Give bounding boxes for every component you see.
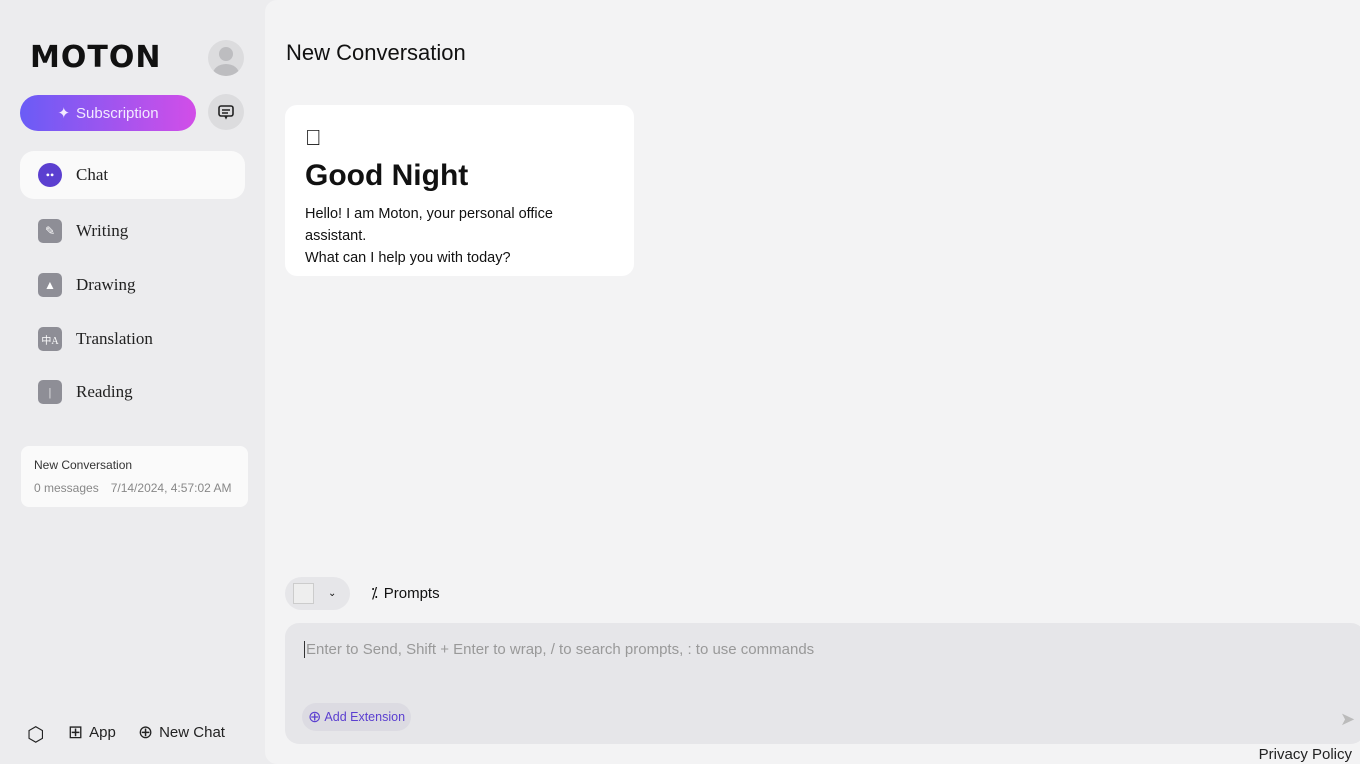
add-extension-label: Add Extension xyxy=(324,710,406,724)
greeting-card:  Good Night Hello! I am Moton, your per… xyxy=(285,105,634,276)
page-title: New Conversation xyxy=(286,40,466,65)
conversation-item[interactable]: New Conversation 0 messages 7/14/2024, 4:… xyxy=(21,446,248,507)
grid-icon: ⊞ xyxy=(68,722,84,742)
message-input[interactable]: Enter to Send, Shift + Enter to wrap, / … xyxy=(285,623,1360,744)
nav-item-chat[interactable]: •• Chat xyxy=(20,151,245,199)
avatar[interactable] xyxy=(208,40,244,76)
conversation-timestamp: 7/14/2024, 4:57:02 AM xyxy=(110,481,232,495)
sidebar: MOTON ✦ Subscription •• Chat ✎ Writing ▲ Dra… xyxy=(0,0,265,764)
input-placeholder: Enter to Send, Shift + Enter to wrap, / … xyxy=(304,641,815,658)
greeting-text: Hello! I am Moton, your personal office … xyxy=(305,180,553,244)
main-panel: New Conversation  Good Night Hello! I a… xyxy=(265,0,1360,764)
model-selector[interactable]: ⌄ xyxy=(285,577,350,610)
new-chat-button[interactable]: ⊕ New Chat xyxy=(138,722,225,743)
message-icon xyxy=(218,105,234,120)
settings-button[interactable]: ⬡ xyxy=(27,722,44,747)
messages-button[interactable] xyxy=(208,94,244,130)
model-icon xyxy=(293,583,314,604)
book-icon: | xyxy=(38,380,62,404)
settings-icon: ⬡ xyxy=(27,724,45,746)
nav-item-reading[interactable]: | Reading xyxy=(20,368,245,416)
subscription-button[interactable]: ✦ Subscription xyxy=(20,95,196,131)
nav-label: Chat xyxy=(76,165,109,184)
app-label: App xyxy=(89,724,116,741)
nav-label: Reading xyxy=(76,382,133,401)
subscription-label: Subscription xyxy=(76,104,159,122)
app-button[interactable]: ⊞ App xyxy=(68,722,116,743)
sparkle-icon: ✦ xyxy=(57,105,71,122)
prompts-label: Prompts xyxy=(383,584,440,602)
pencil-icon: ✎ xyxy=(38,219,62,243)
nav-label: Drawing xyxy=(76,275,136,294)
nav-label: Translation xyxy=(76,329,153,348)
new-chat-label: New Chat xyxy=(159,724,225,741)
conversation-title: New Conversation xyxy=(34,458,133,472)
nav-item-writing[interactable]: ✎ Writing xyxy=(20,207,245,255)
greeting-icon:  xyxy=(305,125,614,151)
send-icon[interactable]: ➤ xyxy=(1340,709,1355,730)
logo: MOTON xyxy=(30,40,162,75)
nav-label: Writing xyxy=(76,221,129,240)
privacy-policy-link[interactable]: Privacy Policy xyxy=(1259,746,1352,763)
image-icon: ▲ xyxy=(38,273,62,297)
nav-item-drawing[interactable]: ▲ Drawing xyxy=(20,261,245,309)
magic-wand-icon: ⁒ xyxy=(371,585,378,602)
chevron-down-icon: ⌄ xyxy=(328,588,337,599)
nav-item-translation[interactable]: 中A Translation xyxy=(20,315,245,363)
greeting-heading: Good Night xyxy=(305,133,469,192)
greeting-text: What can I help you with today? xyxy=(305,250,511,266)
translate-icon: 中A xyxy=(38,327,62,351)
message-count: 0 messages xyxy=(34,481,99,495)
plus-circle-icon: ⊕ xyxy=(138,722,154,742)
chat-bubble-icon: •• xyxy=(38,163,62,187)
add-extension-button[interactable]: ⊕ Add Extension xyxy=(302,703,412,731)
prompts-button[interactable]: ⁒ Prompts xyxy=(371,584,440,603)
plus-circle-icon: ⊕ xyxy=(308,709,322,726)
